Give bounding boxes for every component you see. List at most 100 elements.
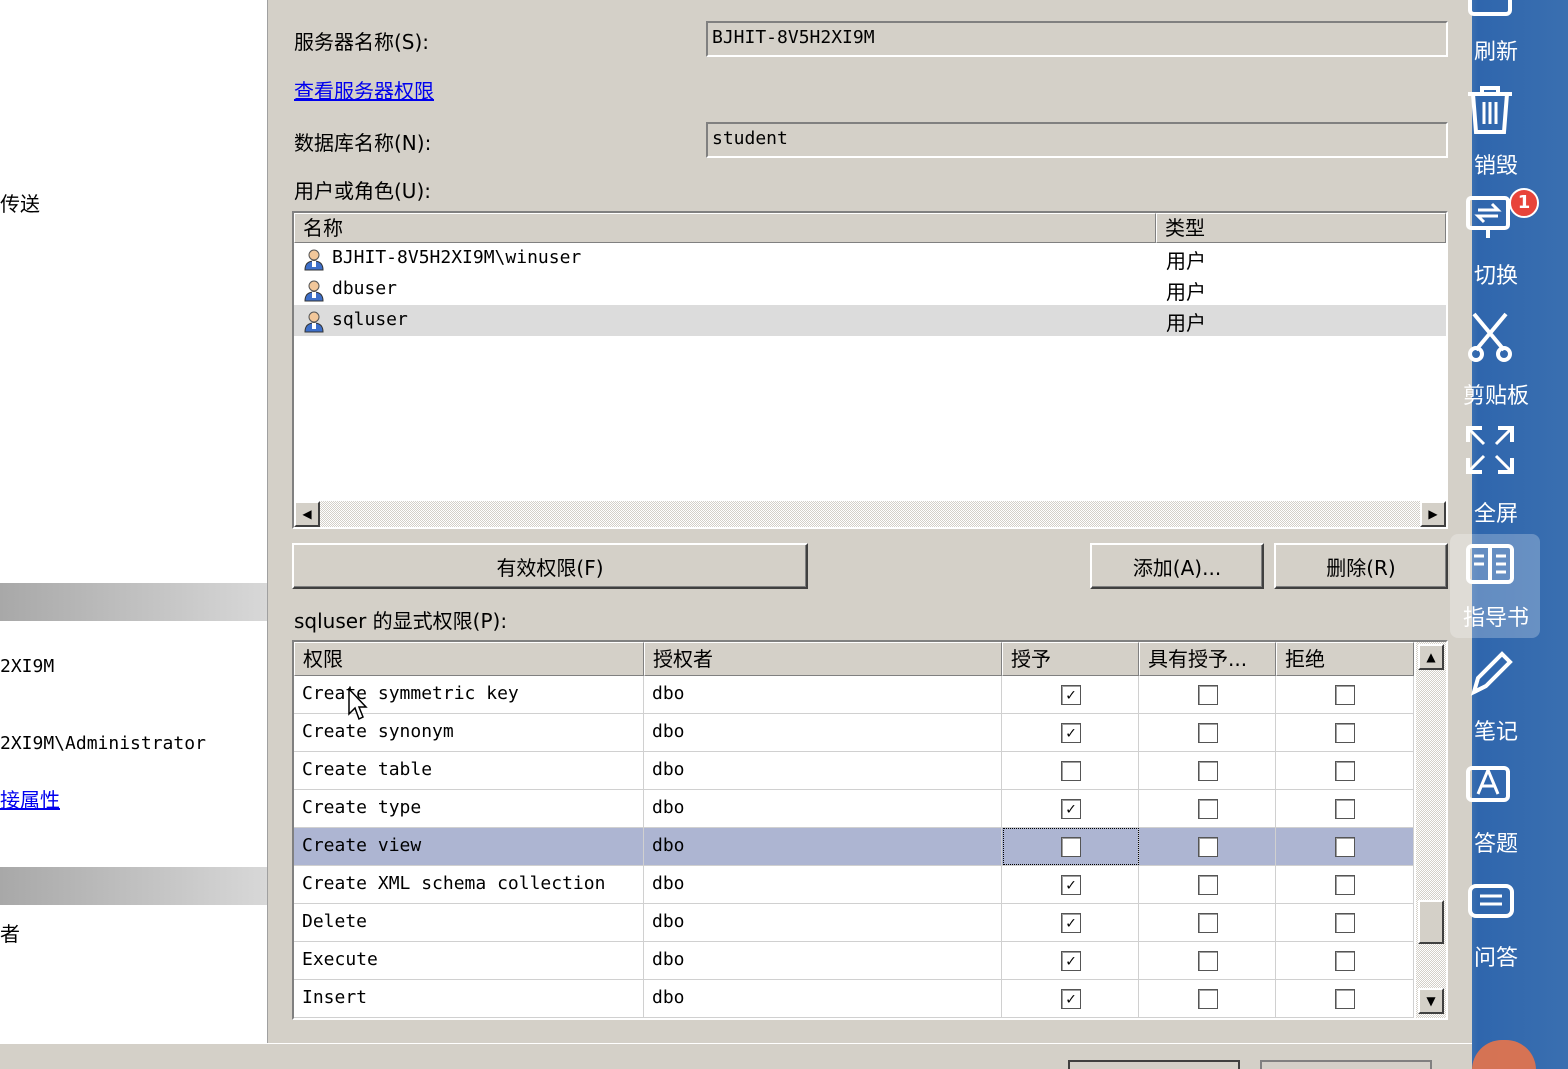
grantor: dbo — [644, 714, 1002, 752]
side-toolbar: 刷新销毁切换剪贴板全屏指导书笔记答题问答 1 — [1450, 0, 1568, 1069]
column-header-with-grant[interactable]: 具有授予... — [1139, 642, 1276, 676]
toolbar-label[interactable]: 全屏 — [1462, 496, 1530, 528]
deny-checkbox[interactable] — [1335, 685, 1355, 705]
scissors-icon[interactable] — [1464, 310, 1516, 362]
deny-checkbox[interactable] — [1335, 913, 1355, 933]
with-grant-checkbox[interactable] — [1198, 951, 1218, 971]
scroll-down-button[interactable]: ▼ — [1418, 988, 1444, 1014]
user-type: 用户 — [1166, 311, 1206, 335]
explicit-permissions-grid[interactable]: 权限 授权者 授予 具有授予... 拒绝 Create symmetric ke… — [292, 640, 1448, 1020]
user-type: 用户 — [1166, 280, 1206, 304]
left-pane-connection-link[interactable]: 接属性 — [0, 784, 60, 813]
deny-checkbox[interactable] — [1335, 799, 1355, 819]
scroll-up-button[interactable]: ▲ — [1418, 644, 1444, 670]
grant-checkbox[interactable]: ✓ — [1061, 723, 1081, 743]
with-grant-checkbox[interactable] — [1198, 913, 1218, 933]
fullscreen-icon[interactable] — [1464, 424, 1516, 476]
column-header-type[interactable]: 类型 — [1156, 213, 1446, 243]
book-icon[interactable] — [1464, 538, 1516, 590]
left-pane: 传送 2XI9M 2XI9M\Administrator 接属性 者 — [0, 0, 268, 1043]
user-row[interactable]: dbuser 用户 — [294, 274, 1446, 305]
with-grant-checkbox[interactable] — [1198, 799, 1218, 819]
add-button[interactable]: 添加(A)... — [1090, 543, 1264, 589]
grantor: dbo — [644, 904, 1002, 942]
column-header-permission[interactable]: 权限 — [294, 642, 644, 676]
toolbar-label[interactable]: 刷新 — [1462, 34, 1530, 66]
column-header-name[interactable]: 名称 — [294, 213, 1156, 243]
grant-checkbox[interactable]: ✓ — [1061, 989, 1081, 1009]
notification-badge: 1 — [1509, 188, 1539, 218]
grant-checkbox[interactable]: ✓ — [1061, 951, 1081, 971]
with-grant-checkbox[interactable] — [1198, 723, 1218, 743]
trash-icon[interactable] — [1464, 82, 1516, 134]
deny-checkbox[interactable] — [1335, 989, 1355, 1009]
with-grant-checkbox[interactable] — [1198, 685, 1218, 705]
permission-name: Insert — [294, 980, 644, 1018]
deny-checkbox[interactable] — [1335, 723, 1355, 743]
database-name-field[interactable]: student — [706, 122, 1448, 158]
grant-checkbox[interactable] — [1061, 761, 1081, 781]
floating-widget-icon[interactable] — [1472, 1040, 1536, 1069]
deny-checkbox[interactable] — [1335, 761, 1355, 781]
with-grant-checkbox[interactable] — [1198, 837, 1218, 857]
toolbar-label[interactable]: 销毁 — [1462, 148, 1530, 180]
toolbar-label[interactable]: 切换 — [1462, 258, 1530, 290]
toolbar-label[interactable]: 指导书 — [1462, 600, 1530, 632]
view-server-permissions-link[interactable]: 查看服务器权限 — [294, 75, 434, 104]
ok-button[interactable] — [1068, 1060, 1240, 1069]
permission-name: Delete — [294, 904, 644, 942]
users-roles-list[interactable]: 名称 类型 BJHIT-8V5H2XI9M\winuser 用户 dbuser 用户 s… — [292, 211, 1448, 529]
toolbar-label[interactable]: 问答 — [1462, 940, 1530, 972]
deny-checkbox[interactable] — [1335, 875, 1355, 895]
permission-row[interactable]: Create symmetric key dbo ✓ — [294, 676, 1414, 714]
remove-button[interactable]: 删除(R) — [1274, 543, 1448, 589]
toolbar-label[interactable]: 笔记 — [1462, 714, 1530, 746]
left-pane-user-text: 2XI9M\Administrator — [0, 733, 206, 754]
permission-row[interactable]: Create table dbo — [294, 752, 1414, 790]
grantor: dbo — [644, 676, 1002, 714]
answer-icon[interactable] — [1464, 762, 1516, 814]
grant-checkbox[interactable]: ✓ — [1061, 875, 1081, 895]
deny-checkbox[interactable] — [1335, 837, 1355, 857]
pencil-icon[interactable] — [1464, 648, 1516, 700]
permission-row[interactable]: Execute dbo ✓ — [294, 942, 1414, 980]
scroll-thumb[interactable] — [1418, 900, 1444, 944]
dialog-bottom-bar — [0, 1043, 1472, 1069]
with-grant-checkbox[interactable] — [1198, 989, 1218, 1009]
permission-row[interactable]: Create type dbo ✓ — [294, 790, 1414, 828]
permission-row[interactable]: Insert dbo ✓ — [294, 980, 1414, 1018]
cancel-button[interactable] — [1260, 1060, 1432, 1069]
permission-row[interactable]: Create synonym dbo ✓ — [294, 714, 1414, 752]
effective-permissions-button[interactable]: 有效权限(F) — [292, 543, 808, 589]
users-roles-label: 用户或角色(U): — [294, 179, 431, 203]
column-header-deny[interactable]: 拒绝 — [1276, 642, 1414, 676]
database-name-label: 数据库名称(N): — [294, 131, 432, 155]
permission-row[interactable]: Create XML schema collection dbo ✓ — [294, 866, 1414, 904]
permission-row[interactable]: Delete dbo ✓ — [294, 904, 1414, 942]
permission-name: Create table — [294, 752, 644, 790]
permission-name: Create XML schema collection — [294, 866, 644, 904]
deny-checkbox[interactable] — [1335, 951, 1355, 971]
grant-checkbox[interactable]: ✓ — [1061, 799, 1081, 819]
toolbar-label[interactable]: 剪贴板 — [1462, 378, 1530, 410]
toolbar-label[interactable]: 答题 — [1462, 826, 1530, 858]
scroll-left-button[interactable]: ◀ — [294, 501, 320, 527]
vertical-scrollbar[interactable]: ▲ ▼ — [1416, 642, 1446, 1018]
focus-rectangle — [1003, 828, 1139, 865]
user-row[interactable]: BJHIT-8V5H2XI9M\winuser 用户 — [294, 243, 1446, 274]
with-grant-checkbox[interactable] — [1198, 761, 1218, 781]
horizontal-scrollbar[interactable]: ◀ ▶ — [294, 501, 1446, 527]
grant-checkbox[interactable]: ✓ — [1061, 685, 1081, 705]
scroll-right-button[interactable]: ▶ — [1420, 501, 1446, 527]
permission-row[interactable]: Create view dbo — [294, 828, 1414, 866]
permission-name: Execute — [294, 942, 644, 980]
user-row[interactable]: sqluser 用户 — [294, 305, 1446, 336]
with-grant-checkbox[interactable] — [1198, 875, 1218, 895]
grant-checkbox[interactable]: ✓ — [1061, 913, 1081, 933]
chat-icon[interactable] — [1464, 876, 1516, 928]
grantor: dbo — [644, 866, 1002, 904]
explicit-permissions-label: sqluser 的显式权限(P): — [294, 609, 508, 633]
column-header-grant[interactable]: 授予 — [1002, 642, 1139, 676]
column-header-grantor[interactable]: 授权者 — [644, 642, 1002, 676]
server-name-field[interactable]: BJHIT-8V5H2XI9M — [706, 21, 1448, 57]
